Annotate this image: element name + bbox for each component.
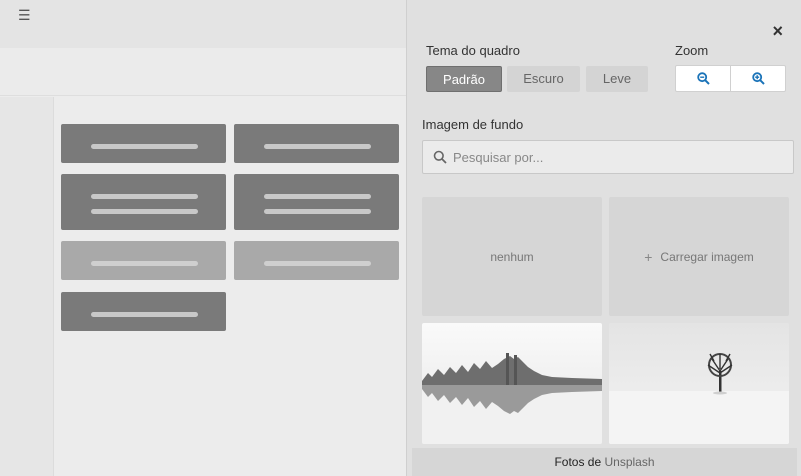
hamburger-icon[interactable]: ☰ (18, 8, 31, 22)
card-text-placeholder (91, 312, 198, 317)
background-search (422, 140, 794, 174)
background-image-label: Imagem de fundo (422, 117, 524, 132)
card-text-placeholder (91, 144, 198, 149)
search-icon (433, 150, 447, 164)
card-text-placeholder (91, 209, 198, 214)
photo-credit-prefix: Fotos de (554, 455, 602, 469)
card-text-placeholder (264, 209, 371, 214)
photo-credit: Fotos de Unsplash (412, 448, 797, 476)
board-card[interactable] (234, 241, 399, 280)
board-left-column (0, 97, 54, 476)
board-card[interactable] (61, 241, 226, 280)
none-label: nenhum (490, 249, 534, 264)
card-text-placeholder (264, 194, 371, 199)
upload-image-option[interactable]: + Carregar imagem (609, 197, 789, 316)
board-card[interactable] (234, 174, 399, 230)
board-card[interactable] (61, 174, 226, 230)
zoom-out-icon (696, 72, 710, 85)
board-settings-panel: × Tema do quadro Padrão Escuro Leve Zoom… (406, 0, 801, 476)
theme-option-dark[interactable]: Escuro (507, 66, 580, 92)
lake-trees-photo (422, 323, 602, 444)
upload-image-label: Carregar imagem (660, 249, 754, 264)
board-card[interactable] (234, 124, 399, 163)
search-input[interactable] (453, 149, 773, 165)
unsplash-link[interactable]: Unsplash (605, 455, 655, 469)
zoom-out-button[interactable] (676, 66, 730, 91)
zoom-in-icon (751, 72, 765, 85)
background-photo-lake-trees[interactable] (422, 323, 602, 444)
zoom-controls (675, 65, 786, 92)
board-card[interactable] (61, 292, 226, 331)
plus-icon: + (644, 248, 653, 265)
theme-option-default[interactable]: Padrão (426, 66, 502, 92)
zoom-label: Zoom (675, 43, 709, 58)
theme-option-light[interactable]: Leve (586, 66, 648, 92)
background-none-option[interactable]: nenhum (422, 197, 602, 316)
board-card[interactable] (61, 124, 226, 163)
zoom-in-button[interactable] (730, 66, 785, 91)
lone-tree-photo (609, 323, 789, 444)
close-icon[interactable]: × (772, 22, 783, 40)
card-text-placeholder (264, 261, 371, 266)
card-text-placeholder (264, 144, 371, 149)
card-text-placeholder (91, 194, 198, 199)
background-photo-lone-tree[interactable] (609, 323, 789, 444)
card-text-placeholder (91, 261, 198, 266)
theme-label: Tema do quadro (426, 43, 520, 58)
